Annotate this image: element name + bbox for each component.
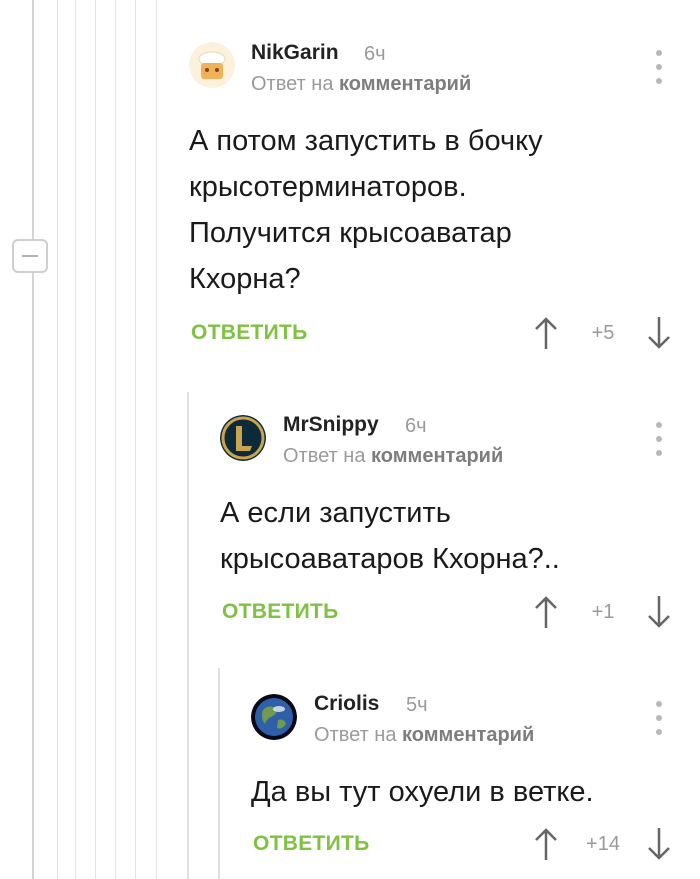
reply-branch-line [187, 392, 189, 879]
comment-time: 5ч [406, 694, 428, 716]
collapse-button[interactable] [12, 239, 48, 273]
reply-branch-line [218, 668, 220, 879]
thread-line [156, 0, 157, 879]
more-options-icon[interactable] [649, 422, 669, 456]
comment-body-line: Кхорна? [189, 263, 301, 295]
comment-body-line: Получится крысоаватар [189, 217, 512, 249]
upvote-arrow-icon[interactable] [531, 594, 561, 630]
reply-to-prefix: Ответ на [283, 445, 366, 467]
more-options-icon[interactable] [649, 50, 669, 84]
comment-body: А если запустить крысоаватаров Кхорна?.. [220, 490, 560, 582]
reply-to-link[interactable]: комментарий [402, 724, 534, 746]
reply-to-prefix: Ответ на [314, 724, 397, 746]
downvote-arrow-icon[interactable] [644, 315, 674, 351]
downvote-arrow-icon[interactable] [644, 826, 674, 862]
comment-body: А потом запустить в бочку крысотерминато… [189, 118, 543, 302]
upvote-arrow-icon[interactable] [531, 315, 561, 351]
reply-to-link[interactable]: комментарий [371, 445, 503, 467]
thread-line [95, 0, 96, 879]
vote-score: +1 [591, 601, 615, 623]
comment-time: 6ч [405, 415, 427, 437]
comment-body-line: крысотерминаторов. [189, 171, 467, 203]
comment-author[interactable]: Criolis [314, 692, 379, 716]
comment-body-line: А если запустить [220, 497, 451, 529]
thread-line [135, 0, 136, 879]
upvote-arrow-icon[interactable] [531, 826, 561, 862]
thread-line [75, 0, 76, 879]
earth-avatar-icon[interactable] [251, 694, 297, 740]
reply-button[interactable]: ОТВЕТИТЬ [222, 600, 339, 624]
collapse-line[interactable] [32, 0, 34, 879]
reply-to: Ответ на комментарий [283, 445, 503, 468]
reply-to: Ответ на комментарий [251, 73, 471, 96]
vote-score: +14 [586, 833, 620, 855]
comment-body: Да вы тут охуели в ветке. [251, 769, 594, 815]
reply-to-link[interactable]: комментарий [339, 73, 471, 95]
comment-body-line: А потом запустить в бочку [189, 125, 543, 157]
reply-to: Ответ на комментарий [314, 724, 534, 747]
league-logo-avatar-icon[interactable] [220, 415, 266, 461]
reply-button[interactable]: ОТВЕТИТЬ [253, 832, 370, 856]
comment-author[interactable]: MrSnippy [283, 413, 379, 437]
comment-body-line: Да вы тут охуели в ветке. [251, 776, 594, 808]
chef-avatar-icon[interactable] [189, 42, 235, 88]
more-options-icon[interactable] [649, 701, 669, 735]
reply-to-prefix: Ответ на [251, 73, 334, 95]
downvote-arrow-icon[interactable] [644, 594, 674, 630]
comment-time: 6ч [364, 43, 386, 65]
comment-author[interactable]: NikGarin [251, 41, 339, 65]
thread-line [115, 0, 116, 879]
vote-score: +5 [591, 322, 615, 344]
thread-line [57, 0, 58, 879]
reply-button[interactable]: ОТВЕТИТЬ [191, 321, 308, 345]
comment-body-line: крысоаватаров Кхорна?.. [220, 543, 560, 575]
